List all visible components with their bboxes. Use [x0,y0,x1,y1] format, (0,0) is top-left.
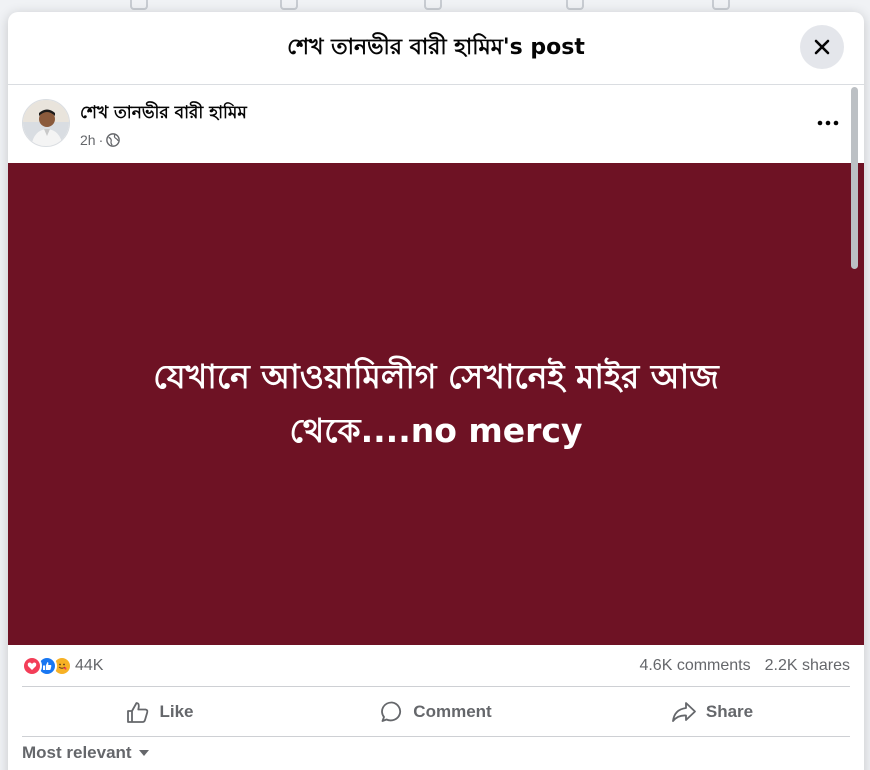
like-button[interactable]: Like [22,692,298,732]
background-nav-bar [0,0,870,12]
home-icon [130,0,148,10]
post-stats: 44K 4.6K comments 2.2K shares [22,645,850,687]
comment-button[interactable]: Comment [298,692,574,732]
more-horizontal-icon [817,120,839,126]
friends-icon [280,0,298,10]
caret-down-icon [138,750,149,756]
groups-icon [566,0,584,10]
comments-count[interactable]: 4.6K comments [639,657,750,675]
share-button[interactable]: Share [574,692,850,732]
post-meta: 2h · [80,132,247,148]
modal-header: শেখ তানভীর বারী হামিম's post [8,12,864,85]
close-icon [814,39,830,55]
post-image-text: যেখানে আওয়ামিলীগ সেখানেই মাইর আজ থেকে..… [153,357,719,450]
meta-separator: · [98,132,104,148]
thumbs-up-icon [127,701,149,723]
post-modal: শেখ তানভীর বারী হামিম's post শেখ তানভীর … [8,12,864,770]
reactions-summary[interactable]: 44K [22,655,104,676]
gaming-icon [712,0,730,10]
post-actions: Like Comment Share [22,687,850,737]
avatar[interactable] [22,99,70,147]
love-reaction-icon [22,655,42,676]
author-name[interactable]: শেখ তানভীর বারী হামিম [80,100,247,128]
like-label: Like [159,701,194,721]
modal-title: শেখ তানভীর বারী হামিম's post [287,34,585,60]
share-label: Share [705,701,754,721]
comments-sort-dropdown[interactable]: Most relevant [22,737,172,763]
reaction-count: 44K [75,656,104,674]
globe-icon [106,133,121,147]
share-arrow-icon [671,701,696,722]
comment-bubble-icon [381,701,402,722]
sort-label: Most relevant [22,743,132,762]
comment-label: Comment [413,701,492,721]
post-scroll-area[interactable]: শেখ তানভীর বারী হামিম 2h · যেখানে আওয়াম… [8,85,864,770]
more-options-button[interactable] [814,113,842,133]
close-button[interactable] [800,25,844,69]
watch-icon [424,0,442,10]
post-image[interactable]: যেখানে আওয়ামিলীগ সেখানেই মাইর আজ থেকে..… [8,163,864,645]
post-time[interactable]: 2h [80,132,96,148]
post-header: শেখ তানভীর বারী হামিম 2h · [8,85,864,163]
shares-count[interactable]: 2.2K shares [765,657,850,675]
